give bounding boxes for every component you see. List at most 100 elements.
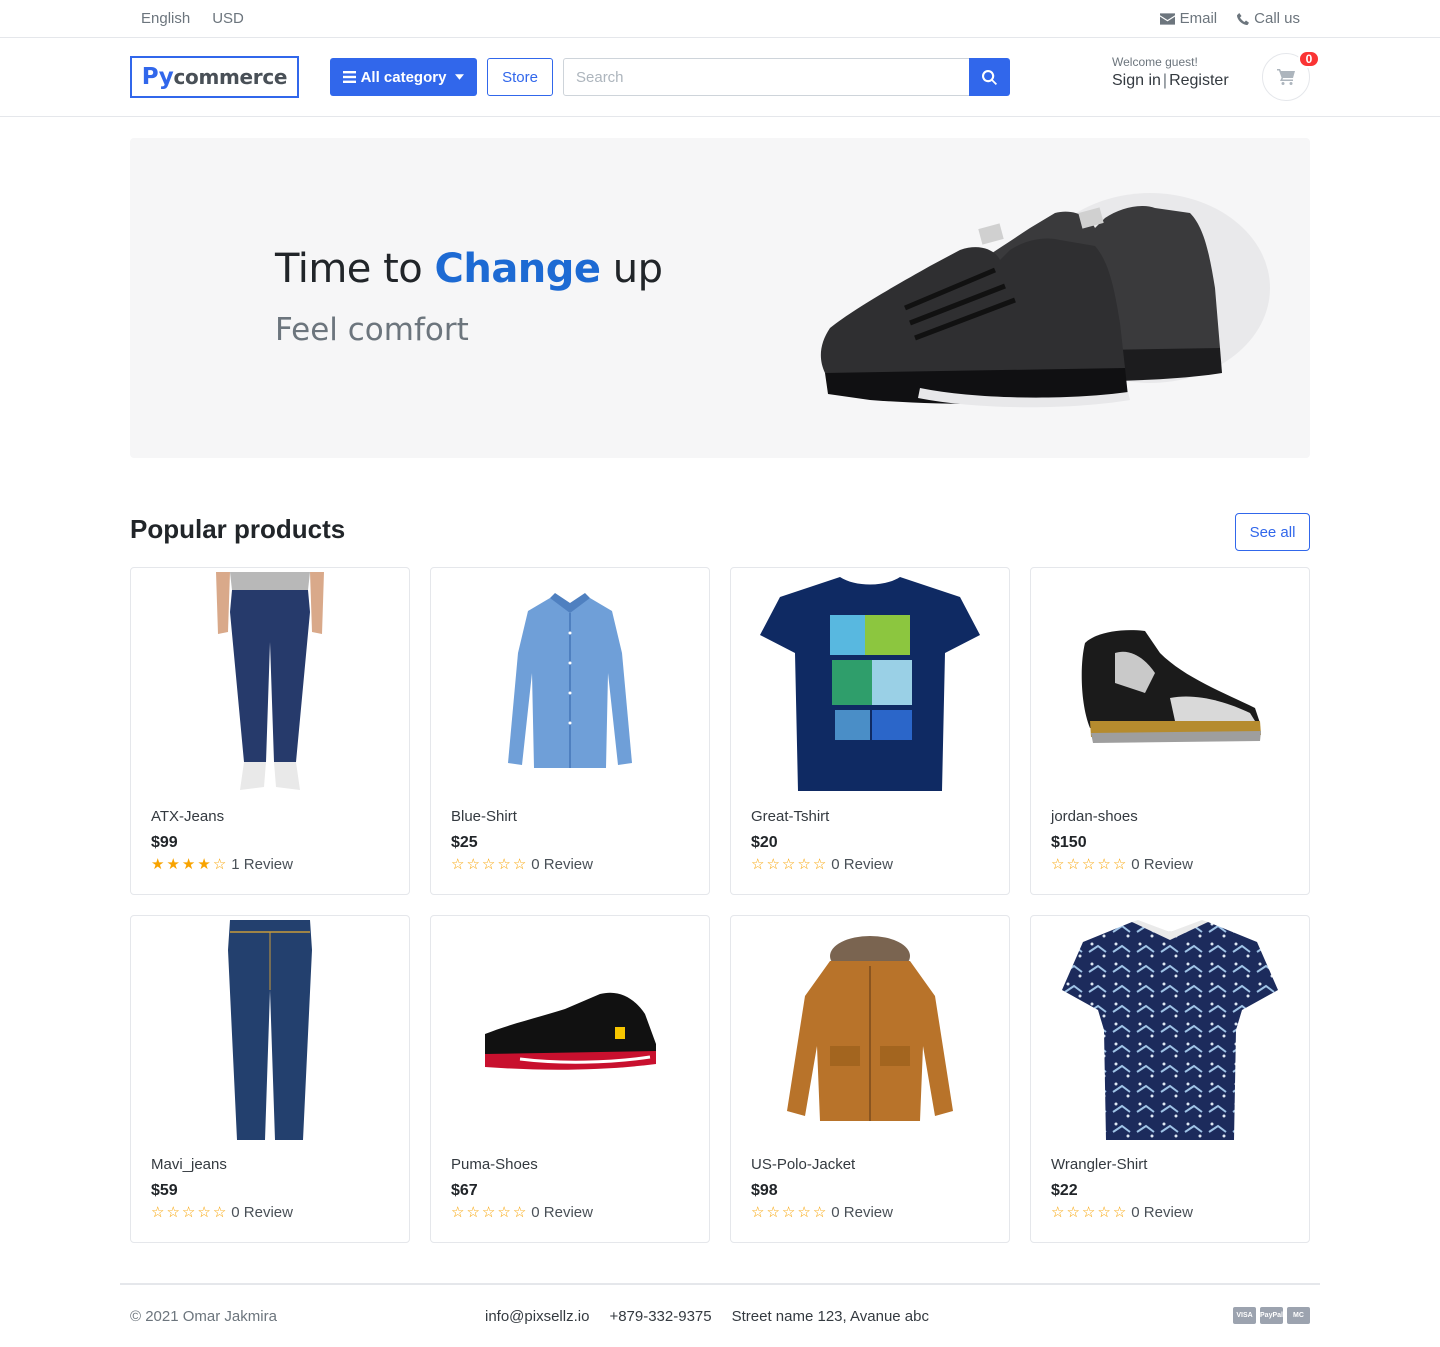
review-count: 0 Review bbox=[1131, 1204, 1193, 1221]
product-image[interactable] bbox=[1031, 568, 1309, 798]
register-link[interactable]: Register bbox=[1169, 72, 1229, 89]
page-footer: © 2021 Omar Jakmira info@pixsellz.io +87… bbox=[120, 1283, 1320, 1347]
star-empty-icon: ☆ bbox=[1066, 1204, 1080, 1221]
product-name[interactable]: US-Polo-Jacket bbox=[751, 1156, 855, 1173]
shoe-image bbox=[485, 992, 656, 1070]
auth-divider: | bbox=[1162, 72, 1168, 89]
product-name[interactable]: Mavi_jeans bbox=[151, 1156, 227, 1173]
payment-methods: VISA PayPal MC bbox=[1233, 1307, 1310, 1324]
review-count: 0 Review bbox=[831, 856, 893, 873]
jeans-image bbox=[228, 920, 312, 1140]
product-image[interactable] bbox=[431, 568, 709, 798]
star-empty-icon: ☆ bbox=[197, 1204, 211, 1221]
cart-count-badge: 0 bbox=[1298, 50, 1320, 68]
brand-logo[interactable]: Py commerce bbox=[130, 56, 299, 98]
product-rating: ☆ ☆ ☆ ☆ ☆ 0 Review bbox=[451, 856, 593, 873]
product-rating: ☆ ☆ ☆ ☆ ☆ 0 Review bbox=[451, 1204, 593, 1221]
product-name[interactable]: Wrangler-Shirt bbox=[1051, 1156, 1147, 1173]
store-button[interactable]: Store bbox=[487, 58, 553, 96]
product-price: $150 bbox=[1051, 834, 1087, 851]
tshirt-image bbox=[760, 577, 980, 791]
footer-phone-link[interactable]: +879-332-9375 bbox=[609, 1308, 711, 1325]
product-image[interactable] bbox=[431, 916, 709, 1146]
product-card[interactable]: Great-Tshirt $20 ☆ ☆ ☆ ☆ ☆ 0 Review bbox=[730, 567, 1010, 895]
star-empty-icon: ☆ bbox=[497, 856, 511, 873]
logo-rest: commerce bbox=[173, 65, 288, 89]
product-name[interactable]: Puma-Shoes bbox=[451, 1156, 538, 1173]
product-card[interactable]: ATX-Jeans $99 ★ ★ ★ ★ ☆ 1 Review bbox=[130, 567, 410, 895]
star-empty-icon: ☆ bbox=[766, 856, 780, 873]
see-all-button[interactable]: See all bbox=[1235, 513, 1310, 551]
hero-sneaker-image bbox=[820, 193, 1270, 408]
shirt-image bbox=[508, 593, 632, 768]
product-card[interactable]: Blue-Shirt $25 ☆ ☆ ☆ ☆ ☆ 0 Review bbox=[430, 567, 710, 895]
star-empty-icon: ☆ bbox=[797, 1204, 811, 1221]
visa-icon: VISA bbox=[1233, 1307, 1256, 1324]
review-count: 0 Review bbox=[1131, 856, 1193, 873]
star-empty-icon: ☆ bbox=[212, 856, 227, 873]
product-image[interactable] bbox=[731, 568, 1009, 798]
footer-email-link[interactable]: info@pixsellz.io bbox=[485, 1308, 589, 1325]
caret-down-icon bbox=[455, 74, 465, 80]
star-empty-icon: ☆ bbox=[797, 856, 811, 873]
logo-py: Py bbox=[141, 64, 174, 90]
product-price: $20 bbox=[751, 834, 778, 851]
product-card[interactable]: US-Polo-Jacket $98 ☆ ☆ ☆ ☆ ☆ 0 Review bbox=[730, 915, 1010, 1243]
top-bar: English USD Email Call us bbox=[0, 0, 1440, 38]
copyright-text: © 2021 Omar Jakmira bbox=[130, 1308, 277, 1325]
section-title: Popular products bbox=[130, 514, 346, 544]
product-image[interactable] bbox=[131, 916, 409, 1146]
product-card[interactable]: Wrangler-Shirt $22 ☆ ☆ ☆ ☆ ☆ 0 Review bbox=[1030, 915, 1310, 1243]
email-link-label: Email bbox=[1179, 10, 1218, 27]
star-empty-icon: ☆ bbox=[1051, 1204, 1065, 1221]
user-greeting: Welcome guest! Sign in | Register bbox=[1112, 55, 1229, 90]
star-empty-icon: ☆ bbox=[497, 1204, 511, 1221]
printed-shirt-image bbox=[1062, 920, 1278, 1140]
star-empty-icon: ☆ bbox=[451, 856, 465, 873]
product-card[interactable]: Mavi_jeans $59 ☆ ☆ ☆ ☆ ☆ 0 Review bbox=[130, 915, 410, 1243]
product-image[interactable] bbox=[1031, 916, 1309, 1146]
all-category-button[interactable]: All category bbox=[330, 58, 477, 96]
product-name[interactable]: Great-Tshirt bbox=[751, 808, 829, 825]
product-price: $98 bbox=[751, 1182, 778, 1199]
product-rating: ☆ ☆ ☆ ☆ ☆ 0 Review bbox=[751, 856, 893, 873]
search-input[interactable] bbox=[563, 58, 970, 96]
star-filled-icon: ★ bbox=[181, 856, 196, 873]
review-count: 0 Review bbox=[831, 1204, 893, 1221]
star-empty-icon: ☆ bbox=[466, 1204, 480, 1221]
star-empty-icon: ☆ bbox=[512, 1204, 527, 1221]
star-empty-icon: ☆ bbox=[812, 856, 827, 873]
jeans-image bbox=[216, 572, 324, 790]
hero-banner[interactable]: Time to Change up Feel comfort bbox=[130, 138, 1310, 458]
star-empty-icon: ☆ bbox=[812, 1204, 827, 1221]
star-empty-icon: ☆ bbox=[1112, 1204, 1127, 1221]
product-name[interactable]: jordan-shoes bbox=[1051, 808, 1138, 825]
currency-selector[interactable]: USD bbox=[212, 10, 244, 27]
email-link[interactable]: Email bbox=[1159, 10, 1218, 27]
product-image[interactable] bbox=[731, 916, 1009, 1146]
top-bar-left: English USD bbox=[141, 10, 244, 27]
main-header: Pycommerce All category Store Welcome gu… bbox=[0, 38, 1440, 117]
product-card[interactable]: jordan-shoes $150 ☆ ☆ ☆ ☆ ☆ 0 Review bbox=[1030, 567, 1310, 895]
star-empty-icon: ☆ bbox=[481, 856, 496, 873]
language-selector[interactable]: English bbox=[141, 10, 190, 27]
star-empty-icon: ☆ bbox=[751, 856, 765, 873]
product-name[interactable]: ATX-Jeans bbox=[151, 808, 224, 825]
product-rating: ☆ ☆ ☆ ☆ ☆ 0 Review bbox=[1051, 856, 1193, 873]
call-link[interactable]: Call us bbox=[1237, 10, 1300, 27]
search-icon bbox=[982, 69, 997, 85]
star-empty-icon: ☆ bbox=[1097, 1204, 1111, 1221]
search-button[interactable] bbox=[969, 58, 1010, 96]
review-count: 0 Review bbox=[231, 1204, 293, 1221]
mastercard-icon: MC bbox=[1287, 1307, 1310, 1324]
all-category-label: All category bbox=[360, 68, 447, 86]
star-empty-icon: ☆ bbox=[451, 1204, 465, 1221]
review-count: 0 Review bbox=[531, 856, 593, 873]
product-price: $67 bbox=[451, 1182, 478, 1199]
product-name[interactable]: Blue-Shirt bbox=[451, 808, 517, 825]
product-card[interactable]: Puma-Shoes $67 ☆ ☆ ☆ ☆ ☆ 0 Review bbox=[430, 915, 710, 1243]
product-image[interactable] bbox=[131, 568, 409, 798]
star-empty-icon: ☆ bbox=[512, 856, 527, 873]
sign-in-link[interactable]: Sign in bbox=[1112, 72, 1161, 89]
star-empty-icon: ☆ bbox=[751, 1204, 765, 1221]
